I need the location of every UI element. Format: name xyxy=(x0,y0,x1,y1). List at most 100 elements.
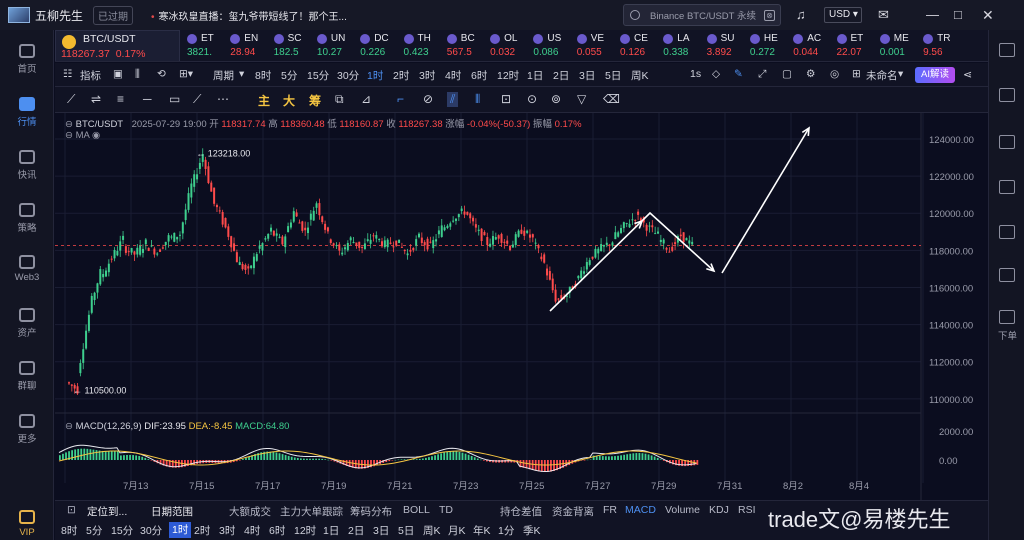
symbol-card[interactable]: DC 0.226 xyxy=(360,30,402,61)
hline-tool-icon[interactable]: ⇌ xyxy=(91,92,101,106)
ma-eye-icon[interactable]: ◉ xyxy=(92,130,100,141)
symbol-card[interactable]: ME 0.001 xyxy=(879,30,922,61)
macd-collapse-icon[interactable]: ⊖ xyxy=(65,421,73,432)
indicator-button[interactable]: Volume xyxy=(665,504,700,516)
symbol-card[interactable]: SC 182.5 xyxy=(273,30,316,61)
ray-tool-icon[interactable]: ─ xyxy=(143,92,152,106)
indicator-button[interactable]: FR xyxy=(603,504,617,516)
document-icon[interactable] xyxy=(999,88,1015,102)
drop-icon[interactable]: ◇ xyxy=(712,68,720,80)
line-tool-icon[interactable]: ⟋ xyxy=(67,92,75,107)
interval-button[interactable]: 2时 xyxy=(393,68,409,83)
bottom-interval-button[interactable]: 季K xyxy=(523,523,541,538)
period-dropdown-icon[interactable]: ▾ xyxy=(239,68,244,80)
bottom-interval-button[interactable]: 周K xyxy=(423,523,441,538)
bottom-interval-button[interactable]: 月K xyxy=(448,523,466,538)
brush-tool-icon[interactable]: ⟋ xyxy=(193,92,201,107)
indicator-button[interactable]: 持仓差值 xyxy=(500,504,542,519)
fullscreen-icon[interactable]: ⤢ xyxy=(758,68,766,81)
nav-item[interactable]: 快讯 xyxy=(0,150,54,181)
main-force-button[interactable]: 主 xyxy=(258,92,270,109)
layout-name[interactable]: 未命名 xyxy=(866,68,898,83)
bottom-interval-button[interactable]: 3时 xyxy=(219,523,235,538)
interval-button[interactable]: 周K xyxy=(631,68,649,83)
ruler-icon[interactable]: ⊘ xyxy=(423,92,433,106)
nav-item[interactable]: 群聊 xyxy=(0,361,54,392)
bottom-interval-button[interactable]: 4时 xyxy=(244,523,260,538)
close-icon[interactable]: ✕ xyxy=(982,7,994,23)
chart-area[interactable]: 124000.00 122000.00 120000.00 118000.00 1160… xyxy=(55,113,988,500)
indicator-button[interactable]: 大额成交 xyxy=(229,504,271,519)
interval-1s[interactable]: 1s xyxy=(690,68,701,80)
compare-icon[interactable]: ⧉ xyxy=(335,92,344,107)
locate-icon[interactable]: ⊡ xyxy=(67,504,76,516)
collapse-icon[interactable]: ⊖ xyxy=(65,119,73,130)
interval-button[interactable]: 3日 xyxy=(579,68,595,83)
nav-item[interactable]: 资产 xyxy=(0,308,54,339)
layout-icon[interactable] xyxy=(999,268,1015,282)
grid-panel-icon[interactable] xyxy=(999,225,1015,239)
layout-dropdown-icon[interactable]: ▾ xyxy=(898,68,903,80)
bar-type-icon[interactable]: ⊞▾ xyxy=(179,68,193,80)
symbol-card[interactable]: LA 0.338 xyxy=(663,30,705,61)
more-tools-icon[interactable]: ⋯ xyxy=(217,92,229,106)
symbol-card[interactable]: HE 0.272 xyxy=(749,30,792,61)
minimize-icon[interactable]: — xyxy=(926,7,939,23)
indicator-button[interactable]: 定位到... xyxy=(87,504,127,519)
bottom-interval-button[interactable]: 2日 xyxy=(348,523,364,538)
interval-button[interactable]: 1日 xyxy=(527,68,543,83)
interval-button[interactable]: 6时 xyxy=(471,68,487,83)
search-input[interactable]: Binance BTC/USDT 永续 xyxy=(650,8,756,22)
interval-button[interactable]: 12时 xyxy=(497,68,519,83)
eye-icon[interactable]: ⊙ xyxy=(527,92,537,106)
bottom-interval-button[interactable]: 30分 xyxy=(140,523,162,538)
nav-item[interactable]: VIP xyxy=(0,510,54,538)
camera-icon[interactable]: ▢ xyxy=(782,68,792,80)
symbol-card[interactable]: TR 9.56 xyxy=(923,30,965,61)
link-icon[interactable]: ⊚ xyxy=(551,92,561,106)
bars-icon[interactable]: ⦀ xyxy=(475,92,480,107)
lock-icon[interactable]: ⊡ xyxy=(501,92,511,106)
price-chart-svg[interactable]: 124000.00 122000.00 120000.00 118000.00 1160… xyxy=(55,113,988,500)
clock-icon[interactable] xyxy=(999,135,1015,149)
interval-button[interactable]: 8时 xyxy=(255,68,271,83)
bell-icon[interactable]: ♫ xyxy=(796,7,806,23)
layout-grid-icon[interactable]: ⊞ xyxy=(852,68,861,80)
interval-button[interactable]: 2日 xyxy=(553,68,569,83)
snap-icon[interactable]: ⊿ xyxy=(361,92,371,106)
bottom-interval-button[interactable]: 15分 xyxy=(111,523,133,538)
rect-tool-icon[interactable]: ▭ xyxy=(169,92,180,106)
edit-icon[interactable]: ✎ xyxy=(734,68,743,80)
indicator-button[interactable]: TD xyxy=(439,504,453,516)
order-icon[interactable] xyxy=(999,310,1015,324)
symbol-card[interactable]: EN 28.94 xyxy=(230,30,272,61)
filter-icon[interactable]: ▽ xyxy=(577,92,586,106)
share-icon[interactable]: ⋖ xyxy=(963,68,972,81)
back-icon[interactable]: ⟲ xyxy=(157,68,166,80)
channel-tool-icon[interactable]: ≡ xyxy=(117,92,124,106)
indicator-button[interactable]: RSI xyxy=(738,504,756,516)
symbol-card[interactable]: UN 10.27 xyxy=(316,30,359,61)
bottom-interval-button[interactable]: 3日 xyxy=(373,523,389,538)
bottom-interval-button[interactable]: 2时 xyxy=(194,523,210,538)
indicators-button[interactable]: 指标 xyxy=(80,68,101,83)
symbol-card[interactable]: TH 0.423 xyxy=(403,30,446,61)
symbol-card[interactable]: ET 22.07 xyxy=(836,30,879,61)
indicator-button[interactable]: 日期范围 xyxy=(151,504,193,519)
maximize-icon[interactable]: □ xyxy=(954,7,962,23)
bottom-interval-button[interactable]: 1分 xyxy=(498,523,514,538)
interval-button[interactable]: 5日 xyxy=(605,68,621,83)
symbol-card[interactable]: BC 567.5 xyxy=(446,30,489,61)
calendar-icon[interactable]: ▣ xyxy=(113,68,123,80)
bottom-interval-button[interactable]: 6时 xyxy=(269,523,285,538)
bottom-interval-button[interactable]: 5日 xyxy=(398,523,414,538)
bottom-interval-button[interactable]: 年K xyxy=(473,523,491,538)
interval-button[interactable]: 15分 xyxy=(307,68,329,83)
nav-item[interactable]: 首页 xyxy=(0,44,54,75)
interval-button[interactable]: 4时 xyxy=(445,68,461,83)
settings-icon[interactable]: ⚙ xyxy=(806,68,815,80)
bottom-interval-button[interactable]: 1日 xyxy=(323,523,339,538)
collapse-ma-icon[interactable]: ⊖ xyxy=(65,130,73,141)
magnet-icon[interactable]: ⌐ xyxy=(397,92,404,106)
interval-button[interactable]: 1时 xyxy=(367,68,383,83)
